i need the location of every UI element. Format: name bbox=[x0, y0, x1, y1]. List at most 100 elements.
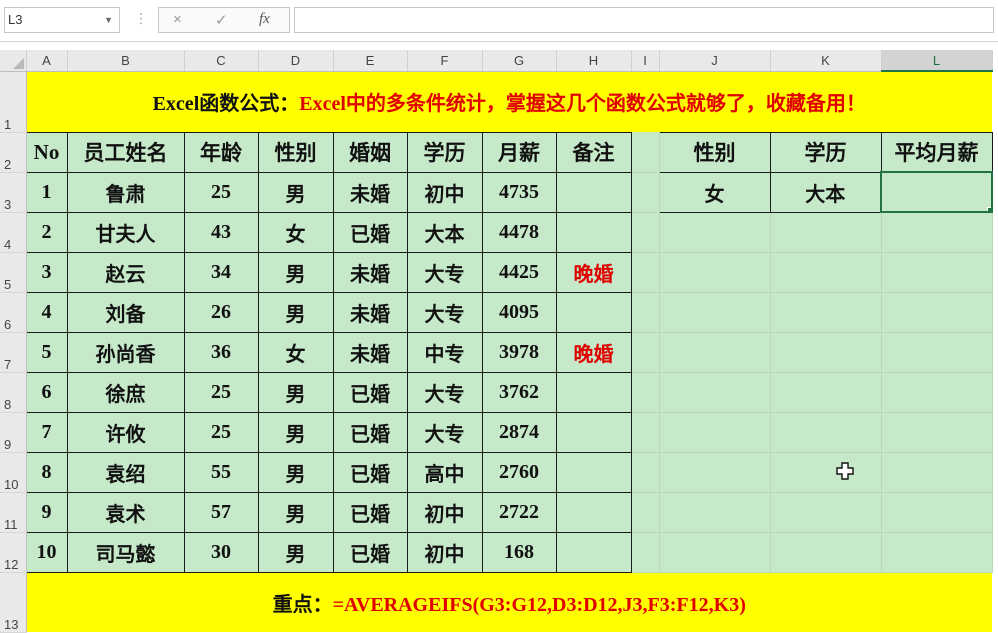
cell-name[interactable]: 袁术 bbox=[66, 491, 185, 533]
cell-education[interactable]: 高中 bbox=[406, 451, 483, 493]
col-header-b[interactable]: B bbox=[67, 50, 185, 72]
cell-salary[interactable]: 4735 bbox=[481, 171, 557, 213]
insert-function-icon[interactable]: fx bbox=[259, 11, 270, 28]
cell-gender[interactable]: 男 bbox=[257, 531, 334, 573]
formula-input[interactable] bbox=[294, 7, 994, 33]
cell-education[interactable]: 大专 bbox=[406, 251, 483, 293]
cell-i3[interactable] bbox=[631, 172, 660, 213]
cell-salary[interactable]: 2874 bbox=[481, 411, 557, 453]
cell-marriage[interactable]: 已婚 bbox=[332, 411, 408, 453]
header-gender[interactable]: 性别 bbox=[257, 131, 334, 173]
criteria-value-education[interactable]: 大本 bbox=[769, 171, 882, 213]
col-header-a[interactable]: A bbox=[26, 50, 68, 72]
cell-blank[interactable] bbox=[881, 452, 993, 493]
cell-remark[interactable] bbox=[555, 211, 632, 253]
cell-marriage[interactable]: 未婚 bbox=[332, 331, 408, 373]
cell-remark[interactable] bbox=[555, 411, 632, 453]
fill-handle[interactable] bbox=[987, 207, 990, 210]
cell-remark[interactable]: 晚婚 bbox=[555, 331, 632, 373]
criteria-value-gender[interactable]: 女 bbox=[658, 171, 771, 213]
cell-age[interactable]: 55 bbox=[183, 451, 259, 493]
cell-marriage[interactable]: 已婚 bbox=[332, 491, 408, 533]
cell-blank[interactable] bbox=[659, 332, 771, 373]
cell-blank[interactable] bbox=[659, 212, 771, 253]
cell-no[interactable]: 1 bbox=[25, 171, 68, 213]
name-box[interactable]: L3 ▼ bbox=[4, 7, 120, 33]
row-header-1[interactable]: 1 bbox=[0, 71, 27, 133]
row-header-8[interactable]: 8 bbox=[0, 372, 27, 413]
cell-age[interactable]: 36 bbox=[183, 331, 259, 373]
cell-education[interactable]: 初中 bbox=[406, 491, 483, 533]
cell-education[interactable]: 大专 bbox=[406, 291, 483, 333]
cell-blank[interactable] bbox=[881, 412, 993, 453]
cell-marriage[interactable]: 已婚 bbox=[332, 451, 408, 493]
criteria-header-education[interactable]: 学历 bbox=[769, 131, 882, 173]
cell-blank[interactable] bbox=[631, 372, 660, 413]
cell-blank[interactable] bbox=[631, 212, 660, 253]
cell-blank[interactable] bbox=[881, 212, 993, 253]
row-header-9[interactable]: 9 bbox=[0, 412, 27, 453]
cell-blank[interactable] bbox=[881, 372, 993, 413]
header-age[interactable]: 年龄 bbox=[183, 131, 259, 173]
cell-gender[interactable]: 男 bbox=[257, 451, 334, 493]
cell-marriage[interactable]: 已婚 bbox=[332, 371, 408, 413]
cancel-icon[interactable]: × bbox=[173, 11, 182, 28]
cell-blank[interactable] bbox=[631, 332, 660, 373]
col-header-d[interactable]: D bbox=[258, 50, 334, 72]
criteria-header-avg-salary[interactable]: 平均月薪 bbox=[880, 131, 993, 173]
row-header-4[interactable]: 4 bbox=[0, 212, 27, 253]
cell-blank[interactable] bbox=[770, 292, 882, 333]
cell-salary[interactable]: 4095 bbox=[481, 291, 557, 333]
cell-blank[interactable] bbox=[659, 452, 771, 493]
cell-salary[interactable]: 168 bbox=[481, 531, 557, 573]
cell-blank[interactable] bbox=[770, 452, 882, 493]
cell-blank[interactable] bbox=[659, 412, 771, 453]
cell-no[interactable]: 9 bbox=[25, 491, 68, 533]
cell-age[interactable]: 34 bbox=[183, 251, 259, 293]
cell-education[interactable]: 大专 bbox=[406, 371, 483, 413]
cell-marriage[interactable]: 已婚 bbox=[332, 531, 408, 573]
cell-blank[interactable] bbox=[631, 452, 660, 493]
header-remark[interactable]: 备注 bbox=[555, 131, 632, 173]
cell-salary[interactable]: 3762 bbox=[481, 371, 557, 413]
row-header-11[interactable]: 11 bbox=[0, 492, 27, 533]
select-all-corner[interactable] bbox=[0, 50, 27, 72]
cell-name[interactable]: 许攸 bbox=[66, 411, 185, 453]
cell-remark[interactable] bbox=[555, 451, 632, 493]
row-header-2[interactable]: 2 bbox=[0, 132, 27, 173]
cell-age[interactable]: 43 bbox=[183, 211, 259, 253]
cell-gender[interactable]: 女 bbox=[257, 331, 334, 373]
cell-blank[interactable] bbox=[659, 292, 771, 333]
cell-remark[interactable] bbox=[555, 171, 632, 213]
cell-blank[interactable] bbox=[770, 372, 882, 413]
row-header-7[interactable]: 7 bbox=[0, 332, 27, 373]
cell-remark[interactable] bbox=[555, 291, 632, 333]
row-header-3[interactable]: 3 bbox=[0, 172, 27, 213]
cell-blank[interactable] bbox=[881, 252, 993, 293]
enter-check-icon[interactable]: ✓ bbox=[215, 11, 228, 29]
cell-salary[interactable]: 2760 bbox=[481, 451, 557, 493]
cell-remark[interactable]: 晚婚 bbox=[555, 251, 632, 293]
cell-gender[interactable]: 男 bbox=[257, 411, 334, 453]
header-name[interactable]: 员工姓名 bbox=[66, 131, 185, 173]
cell-education[interactable]: 大专 bbox=[406, 411, 483, 453]
col-header-i[interactable]: I bbox=[631, 50, 660, 72]
cell-salary[interactable]: 4425 bbox=[481, 251, 557, 293]
cell-no[interactable]: 10 bbox=[25, 531, 68, 573]
cell-no[interactable]: 4 bbox=[25, 291, 68, 333]
cell-salary[interactable]: 2722 bbox=[481, 491, 557, 533]
col-header-g[interactable]: G bbox=[482, 50, 557, 72]
cell-gender[interactable]: 男 bbox=[257, 251, 334, 293]
cell-gender[interactable]: 女 bbox=[257, 211, 334, 253]
cell-blank[interactable] bbox=[770, 252, 882, 293]
cell-age[interactable]: 25 bbox=[183, 371, 259, 413]
cell-remark[interactable] bbox=[555, 531, 632, 573]
cell-blank[interactable] bbox=[770, 212, 882, 253]
col-header-e[interactable]: E bbox=[333, 50, 408, 72]
row-header-13[interactable]: 13 bbox=[0, 572, 27, 633]
cell-gender[interactable]: 男 bbox=[257, 491, 334, 533]
cell-name[interactable]: 刘备 bbox=[66, 291, 185, 333]
cell-name[interactable]: 赵云 bbox=[66, 251, 185, 293]
cell-blank[interactable] bbox=[770, 492, 882, 533]
header-education[interactable]: 学历 bbox=[406, 131, 483, 173]
